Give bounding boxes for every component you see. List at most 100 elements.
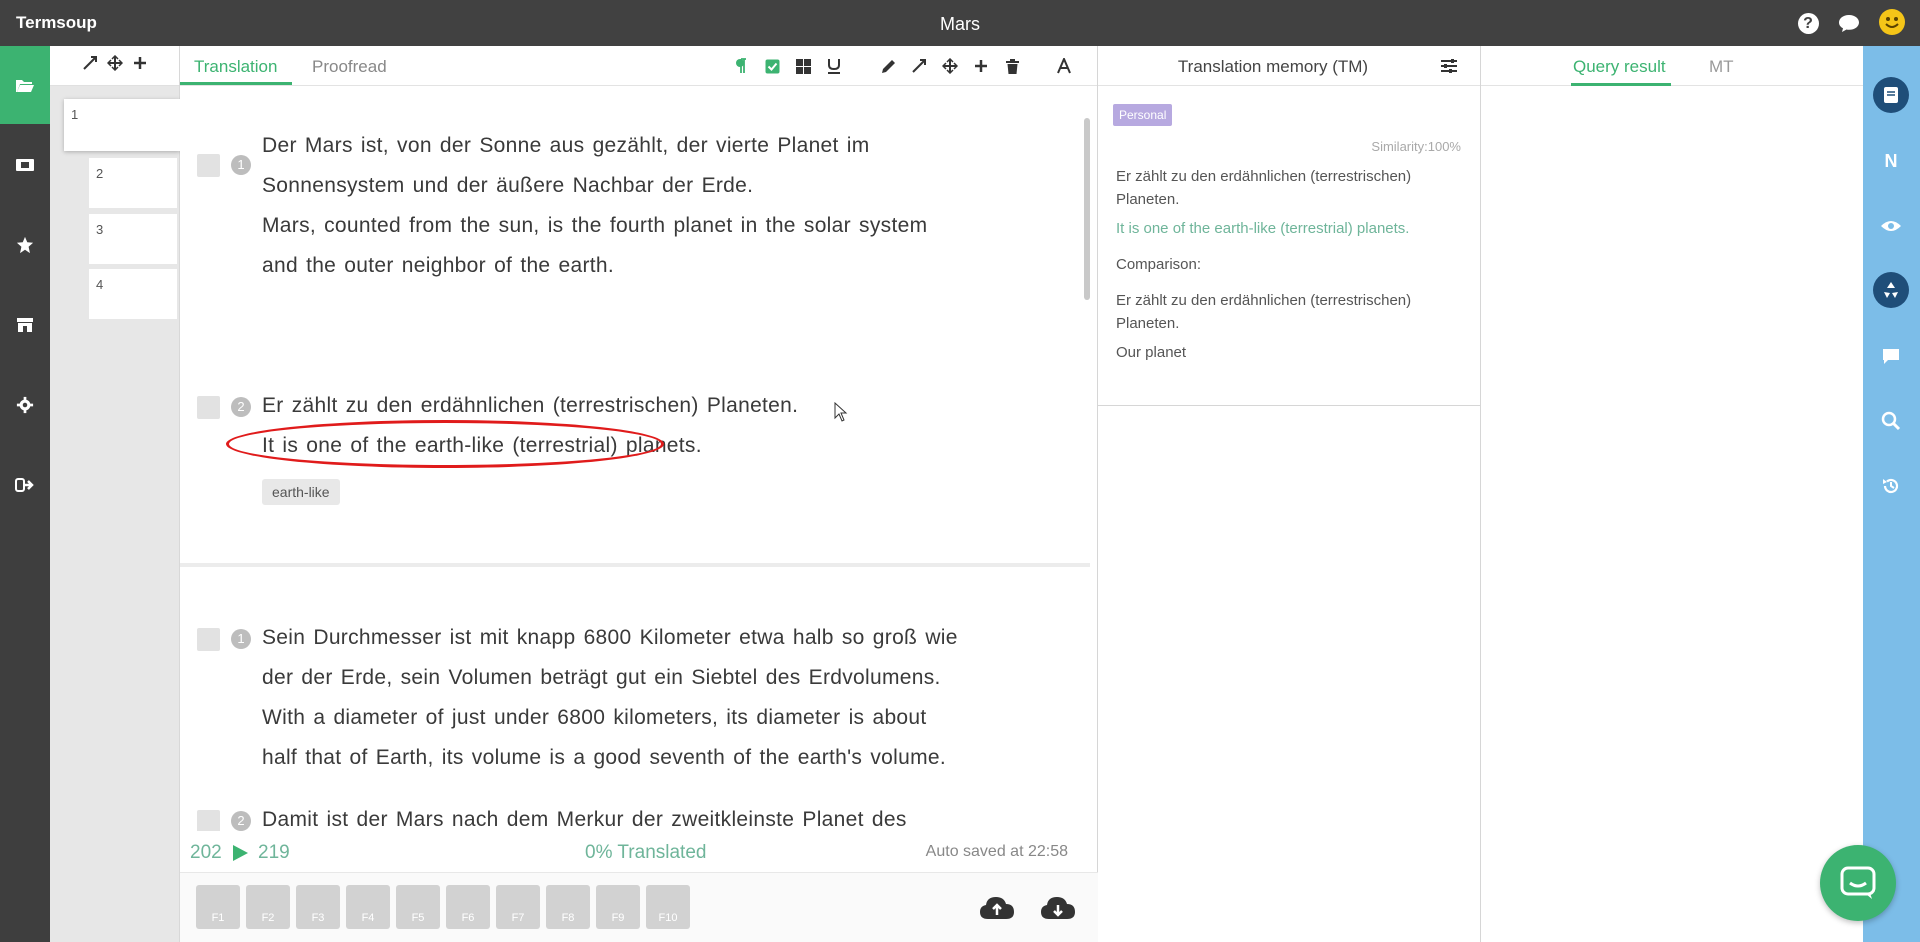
tab-translation[interactable]: Translation [194,57,277,77]
highlight-annotation [226,420,664,468]
source-text: Er zählt zu den erdähnlichen (terrestris… [262,394,799,417]
function-key[interactable]: F7 [496,885,540,929]
similarity-score: Similarity:100% [1371,139,1461,154]
logout-icon[interactable] [0,446,50,524]
editor-tabs: Translation Proofread [180,46,1097,86]
target-text[interactable]: Mars, counted from the sun, is the fourt… [262,206,927,286]
comparison-text: Er zählt zu den erdähnlichen (terrestris… [1116,292,1412,332]
comment-icon[interactable] [1873,338,1909,374]
comparison-label: Comparison: [1116,256,1202,273]
source-text: Sein Durchmesser ist mit knapp 6800 Kilo… [262,626,958,689]
tm-source-text: Er zählt zu den erdähnlichen (terrestris… [1116,168,1412,208]
current-segment-count: 202 [190,842,222,863]
move-icon[interactable] [106,54,123,76]
download-icon[interactable] [1040,895,1076,926]
recycle-icon[interactable] [1873,272,1909,308]
function-key[interactable]: F10 [646,885,690,929]
tm-match-card[interactable]: Personal Similarity:100% Er zählt zu den… [1098,86,1481,406]
total-segment-count: 219 [258,842,290,863]
function-key[interactable]: F5 [396,885,440,929]
grid-icon[interactable] [793,56,813,76]
translation-editor: Translation Proofread 1 Der Mars ist, vo… [180,46,1098,942]
segment-number: 1 [231,629,251,649]
star-icon[interactable] [0,206,50,284]
source-text: Der Mars ist, von der Sonne aus gezählt,… [262,134,870,197]
function-key[interactable]: F1 [196,885,240,929]
query-panel: Query result MT [1481,46,1863,942]
title-bar: Termsoup Mars ? [0,0,1920,46]
font-icon[interactable] [1054,56,1074,76]
scrollbar-thumb[interactable] [1084,118,1090,300]
chat-bubble-icon[interactable] [1837,11,1861,35]
format-toolbar [720,56,844,76]
translated-percent: 0% Translated [585,842,707,863]
upload-icon[interactable] [979,895,1015,926]
function-key[interactable]: F2 [246,885,290,929]
term-chip[interactable]: earth-like [262,479,340,505]
translation-memory-panel: Translation memory (TM) Personal Similar… [1098,46,1481,942]
trash-icon[interactable] [1002,56,1022,76]
notes-n-icon[interactable]: N [1873,143,1909,179]
function-key[interactable]: F4 [346,885,390,929]
segment-checkbox[interactable] [197,628,220,651]
play-icon[interactable] [231,844,249,867]
settings-sliders-icon[interactable] [1440,58,1458,79]
document-title: Mars [940,14,980,34]
page-thumbnail[interactable]: 3 [89,214,177,264]
store-icon[interactable] [0,286,50,364]
function-key[interactable]: F8 [546,885,590,929]
film-icon[interactable] [0,126,50,204]
tab-mt[interactable]: MT [1709,57,1734,77]
history-icon[interactable] [1873,468,1909,504]
compress-icon[interactable] [909,56,929,76]
folder-icon[interactable] [0,46,50,124]
segment-toolbar [867,56,1074,76]
underline-icon[interactable] [824,56,844,76]
tm-source-badge: Personal [1113,104,1173,126]
move-icon[interactable] [940,56,960,76]
add-icon[interactable] [133,56,147,75]
paragraph-icon[interactable] [731,56,751,76]
function-key[interactable]: F9 [596,885,640,929]
book-icon[interactable] [1873,77,1909,113]
active-tab-indicator [180,82,292,85]
search-icon[interactable] [1873,403,1909,439]
pencil-icon[interactable] [878,56,898,76]
query-tabs: Query result MT [1481,46,1863,86]
function-key[interactable]: F3 [296,885,340,929]
segment-checkbox[interactable] [197,810,220,831]
source-text: Damit ist der Mars nach dem Merkur der z… [262,808,907,831]
tab-proofread[interactable]: Proofread [312,57,387,77]
paragraph-divider [180,563,1090,567]
right-sidebar: N [1863,46,1920,942]
add-icon[interactable] [971,56,991,76]
tm-title: Translation memory (TM) [1177,57,1369,76]
help-icon[interactable]: ? [1796,11,1820,35]
chat-icon [1840,866,1876,899]
tm-target-text[interactable]: It is one of the earth-like (terrestrial… [1116,217,1466,240]
tm-header: Translation memory (TM) [1098,46,1480,86]
tab-query-result[interactable]: Query result [1573,57,1666,77]
segment-checkbox[interactable] [197,396,220,419]
collapse-icon[interactable] [82,56,97,75]
segment-number: 1 [231,155,251,175]
page-thumbnail[interactable]: 1 [64,99,180,151]
thumbnail-toolbar [50,46,179,86]
eye-icon[interactable] [1873,208,1909,244]
support-chat-button[interactable] [1820,845,1896,921]
page-thumbnail[interactable]: 2 [89,158,177,208]
target-text[interactable]: With a diameter of just under 6800 kilom… [262,698,946,778]
segment-number: 2 [231,397,251,417]
function-key-bar: F1 F2 F3 F4 F5 F6 F7 F8 F9 F10 [180,872,1098,942]
checkbox-icon[interactable] [762,56,782,76]
segment-number: 2 [231,811,251,831]
gear-icon[interactable] [0,366,50,444]
segment-checkbox[interactable] [197,154,220,177]
user-avatar-icon[interactable] [1879,9,1905,35]
page-thumbnail[interactable]: 4 [89,269,177,319]
left-sidebar [0,46,50,942]
function-key[interactable]: F6 [446,885,490,929]
autosave-status: Auto saved at 22:58 [925,843,1068,860]
tm-note: Our planet [1116,344,1187,361]
page-thumbnails: 1 2 3 4 [50,46,180,942]
